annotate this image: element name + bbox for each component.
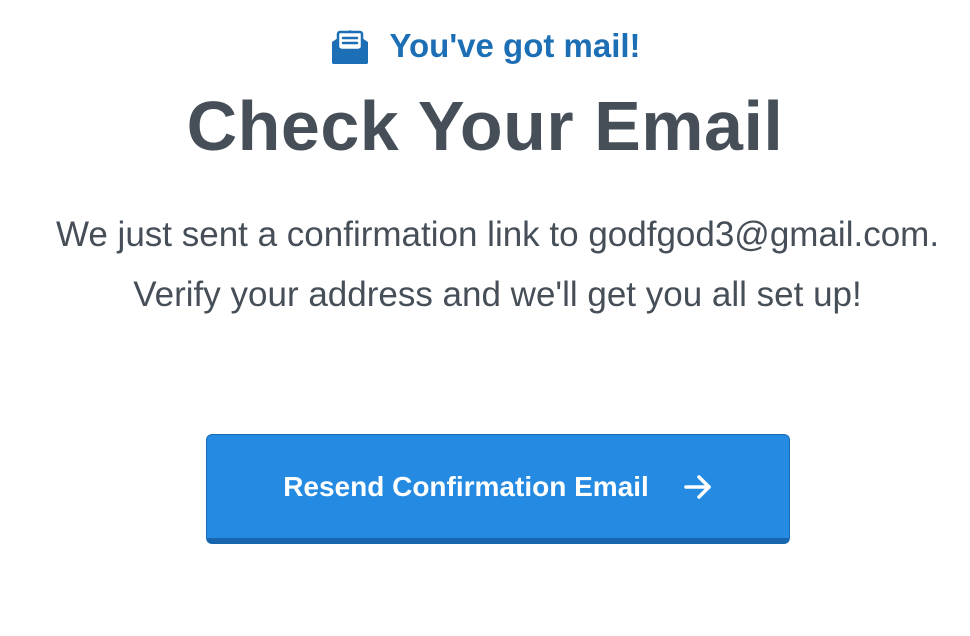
- mail-notice: You've got mail!: [0, 24, 970, 68]
- arrow-right-icon: [683, 472, 713, 502]
- resend-confirmation-button[interactable]: Resend Confirmation Email: [206, 434, 790, 544]
- confirmation-page: You've got mail! Check Your Email We jus…: [0, 0, 970, 636]
- mail-notice-text: You've got mail!: [389, 27, 641, 64]
- confirmation-message: We just sent a confirmation link to godf…: [55, 215, 940, 314]
- page-title: Check Your Email: [186, 87, 784, 165]
- open-envelope-icon: [329, 26, 371, 66]
- resend-button-label: Resend Confirmation Email: [283, 470, 649, 502]
